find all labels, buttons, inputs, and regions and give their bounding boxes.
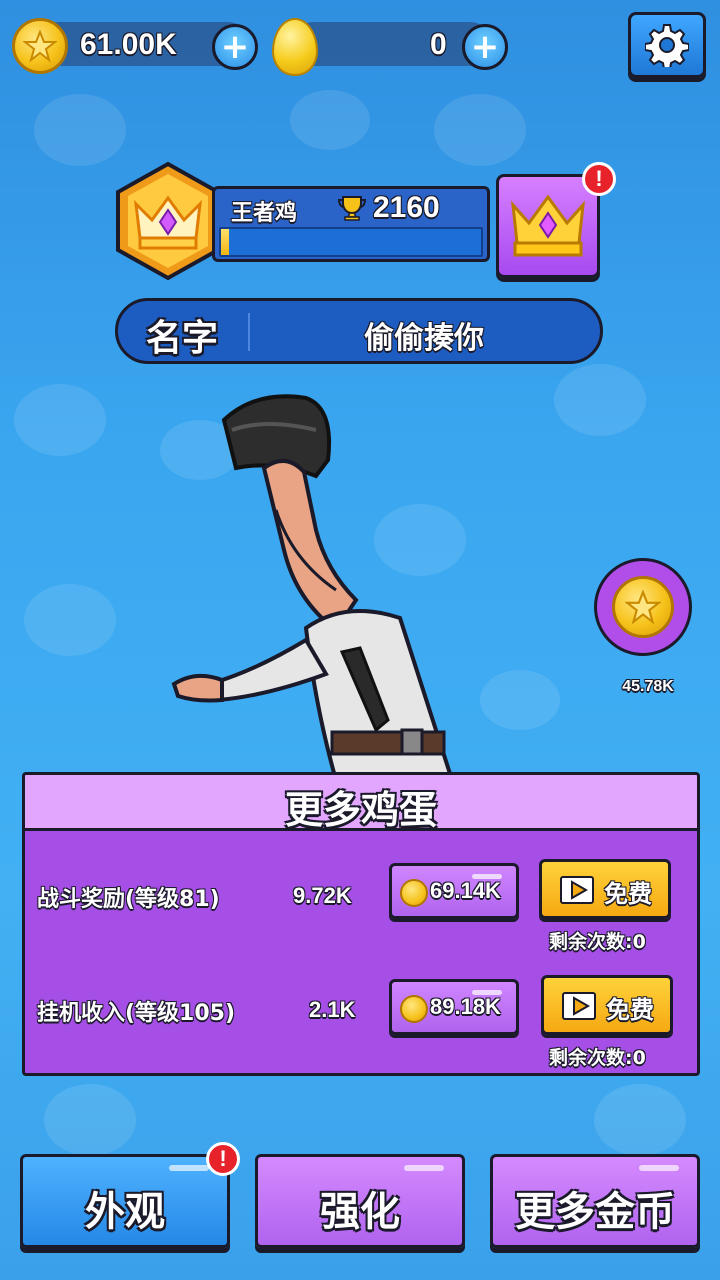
remaining-count: 剩余次数:0: [549, 1047, 646, 1069]
cost-value: 89.18K: [430, 994, 501, 1019]
appearance-label: 外观: [85, 1189, 165, 1235]
character-figure: [171, 394, 455, 780]
crown-icon: [511, 194, 585, 257]
rank-title: 王者鸡: [231, 201, 298, 226]
gear-icon: [645, 24, 689, 67]
video-play-icon: [562, 992, 596, 1020]
coin-icon: [400, 995, 428, 1023]
coin-icon: [612, 576, 674, 638]
video-play-icon: [560, 876, 594, 904]
coin-icon: [12, 18, 68, 74]
more-coins-button[interactable]: 更多金币: [490, 1154, 700, 1248]
player-name-bar[interactable]: 名字 偷偷揍你: [115, 298, 603, 364]
more-coins-label: 更多金币: [515, 1189, 675, 1235]
buy-with-coins-button[interactable]: 69.14K: [389, 863, 519, 919]
coin-balance: 61.00K: [80, 28, 177, 61]
free-label: 免费: [604, 880, 652, 908]
appearance-button[interactable]: 外观: [20, 1154, 230, 1248]
upgrade-label: 强化: [320, 1189, 400, 1235]
settings-button[interactable]: [628, 12, 706, 78]
more-eggs-panel: 更多鸡蛋 战斗奖励(等级81) 9.72K 69.14K 免费 剩余次数:0 挂…: [22, 772, 700, 1076]
row-value: 2.1K: [309, 997, 356, 1022]
rank-score: 2160: [373, 191, 440, 224]
free-video-button[interactable]: 免费: [539, 859, 671, 919]
buy-with-coins-button[interactable]: 89.18K: [389, 979, 519, 1035]
panel-title: 更多鸡蛋: [284, 788, 437, 832]
rank-rewards-button[interactable]: [496, 174, 600, 278]
alert-icon: !: [582, 162, 616, 196]
row-label: 战斗奖励(等级81): [37, 887, 220, 912]
button-shine: [472, 874, 502, 879]
remaining-count: 剩余次数:0: [549, 931, 646, 953]
name-divider: [248, 313, 250, 351]
golden-egg-icon: [272, 18, 318, 76]
add-coins-button[interactable]: +: [212, 24, 258, 70]
trophy-icon: [337, 196, 367, 221]
rank-card: 王者鸡 2160: [212, 186, 490, 262]
name-label: 名字: [146, 318, 219, 359]
row-value: 9.72K: [293, 883, 352, 908]
button-shine: [472, 990, 502, 995]
idle-coins-button[interactable]: [594, 558, 692, 656]
rank-progress-bar: [219, 227, 483, 257]
idle-coins-value: 45.78K: [622, 678, 674, 695]
rank-badge-icon: [116, 161, 220, 281]
coin-icon: [400, 879, 428, 907]
add-eggs-button[interactable]: +: [462, 24, 508, 70]
panel-header: 更多鸡蛋: [25, 775, 697, 832]
free-video-button[interactable]: 免费: [541, 975, 673, 1035]
alert-icon: !: [206, 1142, 240, 1176]
row-label: 挂机收入(等级105): [37, 1001, 236, 1026]
rank-progress-fill: [221, 229, 229, 255]
cost-value: 69.14K: [430, 878, 501, 903]
button-shine: [169, 1165, 209, 1171]
free-label: 免费: [606, 996, 654, 1024]
player-name: 偷偷揍你: [364, 321, 484, 356]
upgrade-button[interactable]: 强化: [255, 1154, 465, 1248]
button-shine: [639, 1165, 679, 1171]
egg-balance: 0: [430, 28, 447, 61]
button-shine: [404, 1165, 444, 1171]
